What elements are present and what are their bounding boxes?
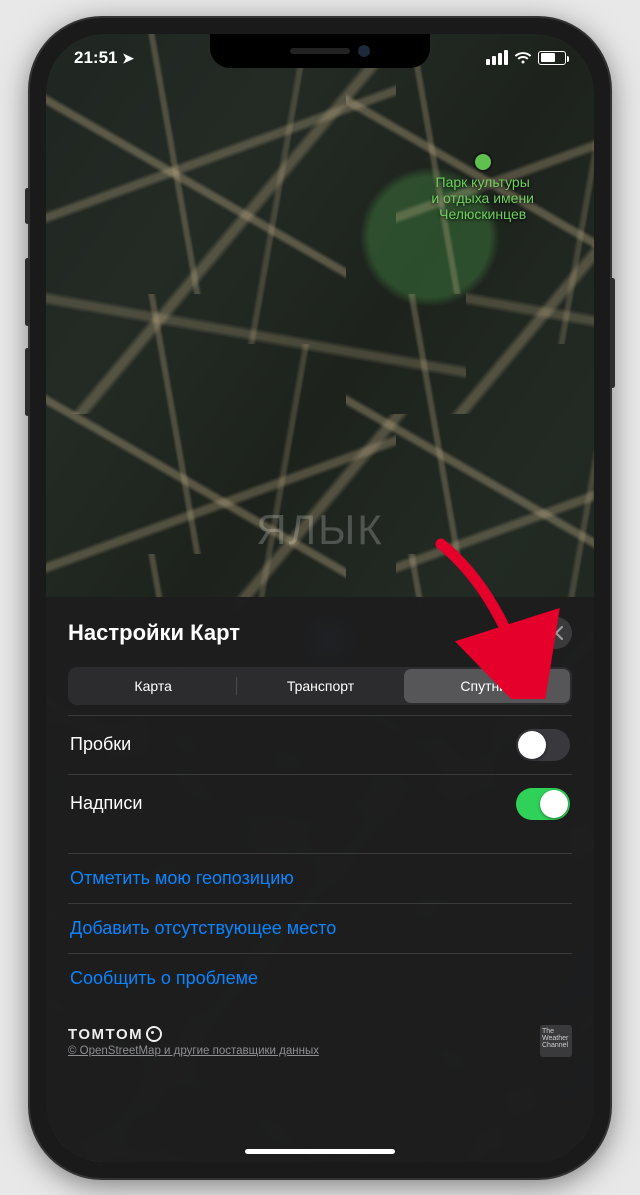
segment-map[interactable]: Карта bbox=[70, 669, 236, 703]
attribution-footer: TOMTOM © OpenStreetMap и другие поставщи… bbox=[68, 1025, 572, 1057]
traffic-toggle[interactable] bbox=[516, 729, 570, 761]
status-left: 21:51 ➤ bbox=[74, 48, 134, 68]
close-button[interactable] bbox=[540, 617, 572, 649]
volume-down-button bbox=[25, 348, 30, 416]
battery-icon bbox=[538, 51, 566, 65]
watermark: ЯЛЫК bbox=[256, 506, 384, 554]
weather-channel-badge[interactable]: The Weather Channel bbox=[540, 1025, 572, 1057]
speaker-grill bbox=[290, 48, 350, 54]
poi-line: и отдыха имени bbox=[431, 190, 534, 206]
poi-line: Парк культуры bbox=[431, 174, 534, 190]
map-type-segmented-control[interactable]: Карта Транспорт Спутник bbox=[68, 667, 572, 705]
osm-attribution-link[interactable]: © OpenStreetMap и другие поставщики данн… bbox=[68, 1045, 319, 1057]
sheet-header: Настройки Карт bbox=[68, 617, 572, 649]
link-mark-my-location[interactable]: Отметить мою геопозицию bbox=[68, 853, 572, 903]
poi-park-label[interactable]: Парк культуры и отдыха имени Челюскинцев bbox=[431, 154, 534, 222]
segment-transit[interactable]: Транспорт bbox=[237, 669, 403, 703]
status-right bbox=[486, 50, 566, 65]
close-icon bbox=[549, 626, 563, 640]
status-time: 21:51 bbox=[74, 48, 117, 67]
segment-satellite[interactable]: Спутник bbox=[404, 669, 570, 703]
notch bbox=[210, 34, 430, 68]
power-button bbox=[610, 278, 615, 388]
traffic-label: Пробки bbox=[70, 734, 131, 755]
tomtom-text: TOMTOM bbox=[68, 1026, 143, 1043]
link-add-missing-place[interactable]: Добавить отсутствующее место bbox=[68, 903, 572, 953]
link-report-problem[interactable]: Сообщить о проблеме bbox=[68, 953, 572, 1003]
mute-switch bbox=[25, 188, 30, 224]
sheet-title: Настройки Карт bbox=[68, 620, 240, 646]
tomtom-globe-icon bbox=[146, 1026, 162, 1042]
volume-up-button bbox=[25, 258, 30, 326]
row-traffic: Пробки bbox=[68, 715, 572, 774]
labels-toggle[interactable] bbox=[516, 788, 570, 820]
row-labels: Надписи bbox=[68, 774, 572, 833]
phone-frame: 21:51 ➤ Парк культуры и отдыха имени Чел… bbox=[30, 18, 610, 1178]
screen: 21:51 ➤ Парк культуры и отдыха имени Чел… bbox=[46, 34, 594, 1162]
home-indicator[interactable] bbox=[245, 1149, 395, 1154]
poi-line: Челюскинцев bbox=[431, 206, 534, 222]
map-settings-sheet: Настройки Карт Карта Транспорт Спутник П… bbox=[46, 597, 594, 1162]
cellular-signal-icon bbox=[486, 50, 508, 65]
tree-icon bbox=[475, 154, 491, 170]
labels-label: Надписи bbox=[70, 793, 142, 814]
tomtom-logo: TOMTOM bbox=[68, 1026, 319, 1043]
front-camera bbox=[358, 45, 370, 57]
location-services-icon: ➤ bbox=[122, 50, 134, 67]
wifi-icon bbox=[514, 51, 532, 65]
